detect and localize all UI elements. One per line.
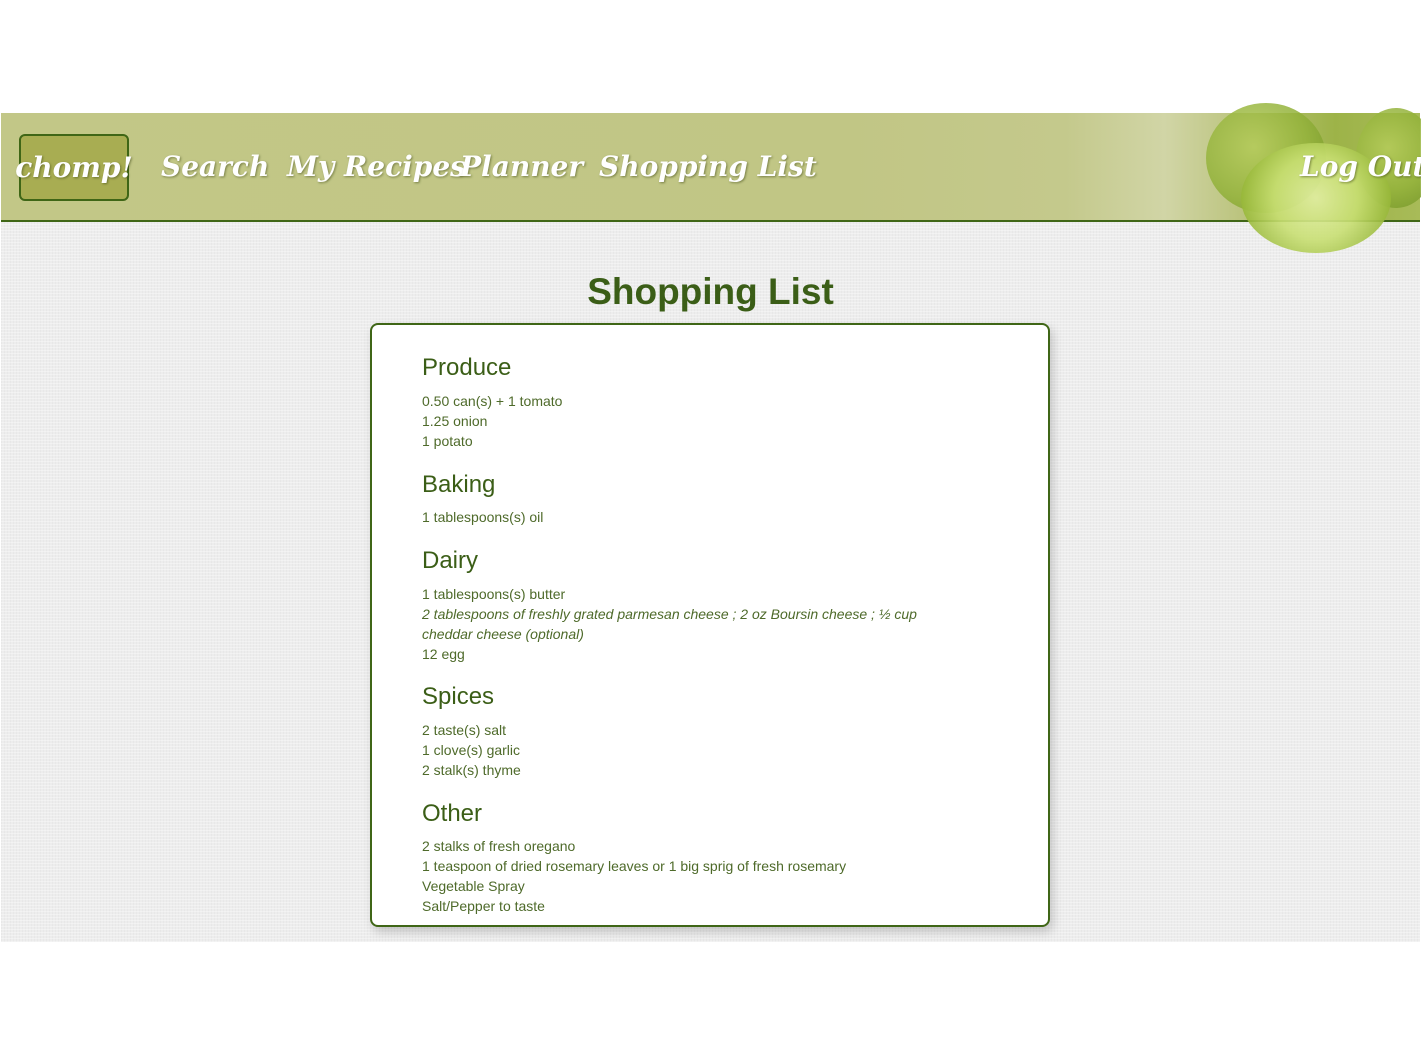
nav-logout-link[interactable]: Log Out	[1300, 149, 1421, 185]
list-item: 1.25 onion	[422, 413, 488, 429]
list-item: 1 tablespoons(s) oil	[422, 509, 544, 525]
list-item: Vegetable Spray	[422, 878, 525, 894]
list-item: Salt/Pepper to taste	[422, 898, 545, 914]
list-item: 2 stalk(s) thyme	[422, 762, 521, 778]
list-item: 2 tablespoons of freshly grated parmesan…	[422, 606, 917, 622]
nav-search-link[interactable]: Search	[161, 149, 269, 185]
list-item: 1 tablespoons(s) butter	[422, 586, 566, 602]
page-background: chomp! Search My Recipes Planner Shoppin…	[1, 103, 1421, 942]
nav-my-recipes-link[interactable]: My Recipes	[287, 149, 466, 185]
category-heading-produce: Produce	[422, 354, 512, 381]
logo-text: chomp!	[15, 151, 133, 184]
logo-home-button[interactable]: chomp!	[15, 134, 133, 201]
list-item: 1 potato	[422, 433, 473, 449]
list-item: cheddar cheese (optional)	[422, 626, 584, 642]
category-heading-baking: Baking	[422, 471, 496, 498]
page-title: Shopping List	[587, 271, 834, 312]
list-item: 12 egg	[422, 646, 465, 662]
top-navbar: chomp! Search My Recipes Planner Shoppin…	[1, 103, 1421, 253]
nav-planner-link[interactable]: Planner	[460, 149, 583, 185]
list-item: 2 taste(s) salt	[422, 722, 507, 738]
shopping-list-card: Produce 0.50 can(s) + 1 tomato 1.25 onio…	[370, 323, 1050, 927]
category-heading-other: Other	[422, 800, 483, 827]
list-item: 1 teaspoon of dried rosemary leaves or 1…	[422, 858, 847, 874]
list-item: 2 stalks of fresh oregano	[422, 838, 576, 854]
category-heading-dairy: Dairy	[422, 547, 479, 574]
list-item: 0.50 can(s) + 1 tomato	[422, 393, 563, 409]
list-item: 1 clove(s) garlic	[422, 742, 521, 758]
nav-shopping-list-link[interactable]: Shopping List	[599, 149, 817, 185]
category-heading-spices: Spices	[422, 683, 495, 710]
